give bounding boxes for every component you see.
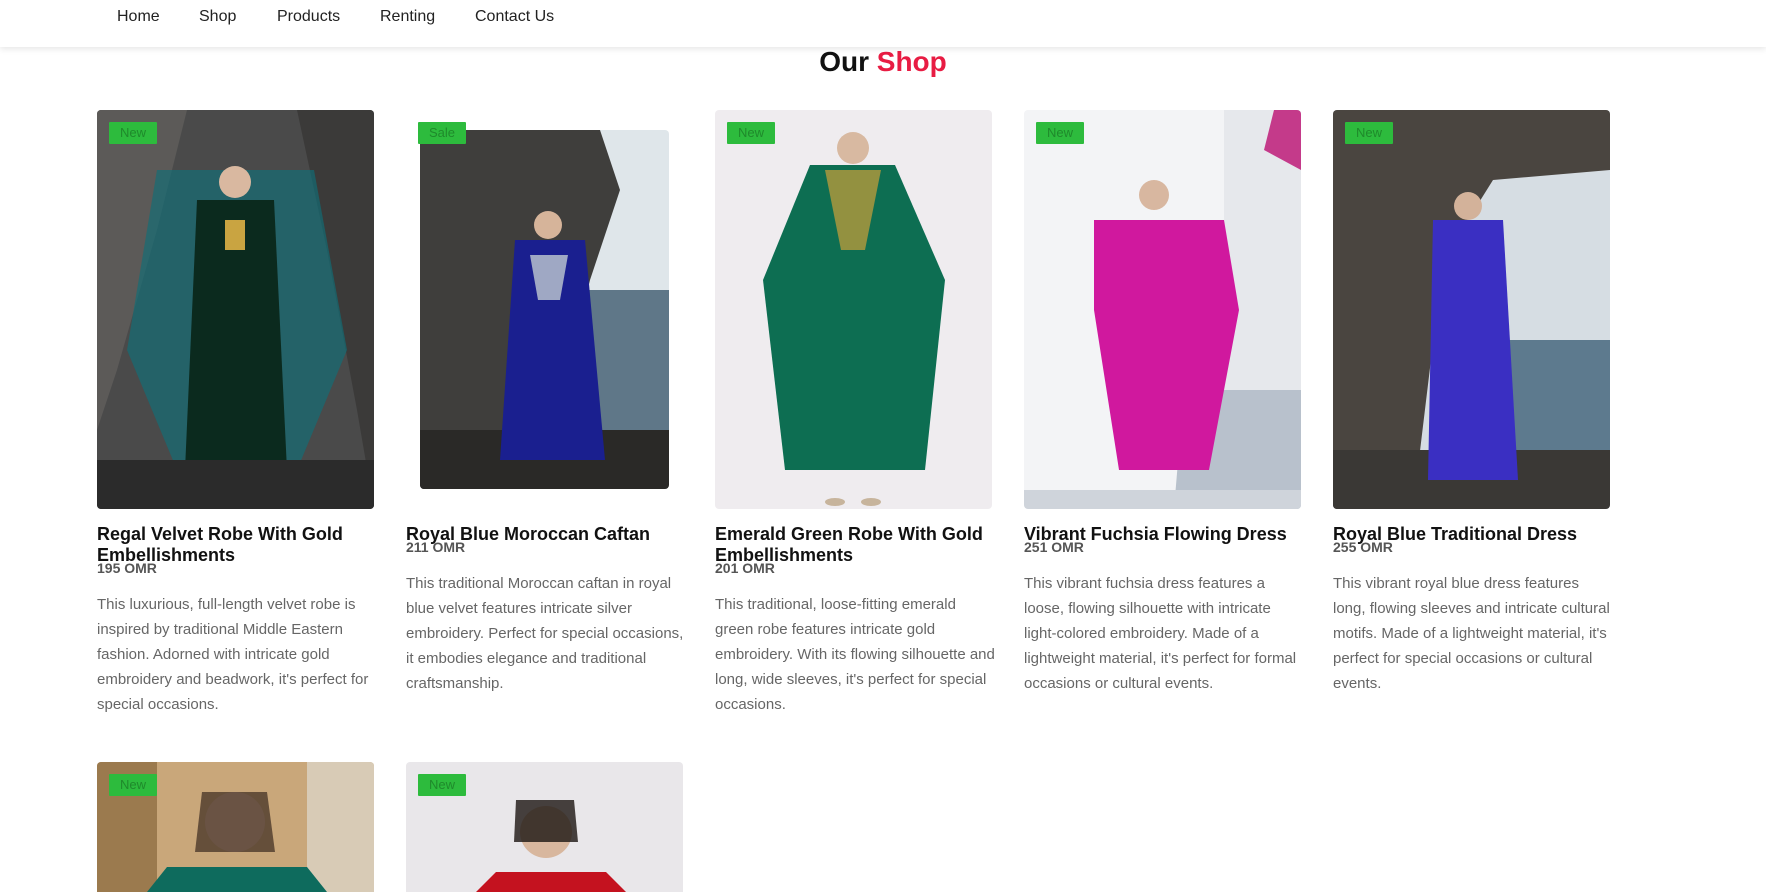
new-badge: New [1345,122,1393,144]
sale-badge: Sale [418,122,466,144]
nav-products-link[interactable]: Products [277,8,340,26]
new-badge: New [727,122,775,144]
product-price: 255 OMR [1333,539,1393,555]
product-description: This luxurious, full-length velvet robe … [97,596,369,713]
section-title: Our Shop [0,46,1766,78]
nav-renting-link[interactable]: Renting [380,8,435,26]
product-description: This traditional, loose-fitting emerald … [715,596,995,713]
product-price: 195 OMR [97,560,157,576]
product-price: 211 OMR [406,539,466,555]
new-badge: New [109,122,157,144]
top-navbar: Home Shop Products Renting Contact Us [0,0,1766,47]
new-badge: New [109,774,157,796]
product-price: 201 OMR [715,560,775,576]
title-prefix: Our [819,46,869,77]
product-image[interactable] [715,110,992,509]
product-image[interactable] [97,110,374,509]
nav-contact-link[interactable]: Contact Us [475,8,554,26]
product-image[interactable] [420,130,669,489]
new-badge: New [1036,122,1084,144]
nav-shop-link[interactable]: Shop [199,8,236,26]
nav-home-link[interactable]: Home [117,8,160,26]
product-description: This vibrant fuchsia dress features a lo… [1024,575,1297,692]
new-badge: New [418,774,466,796]
product-image[interactable] [1333,110,1610,509]
title-accent: Shop [876,46,947,77]
product-price: 251 OMR [1024,539,1084,555]
product-description: This traditional Moroccan caftan in roya… [406,575,684,692]
product-image[interactable] [1024,110,1301,509]
product-description: This vibrant royal blue dress features l… [1333,575,1610,692]
